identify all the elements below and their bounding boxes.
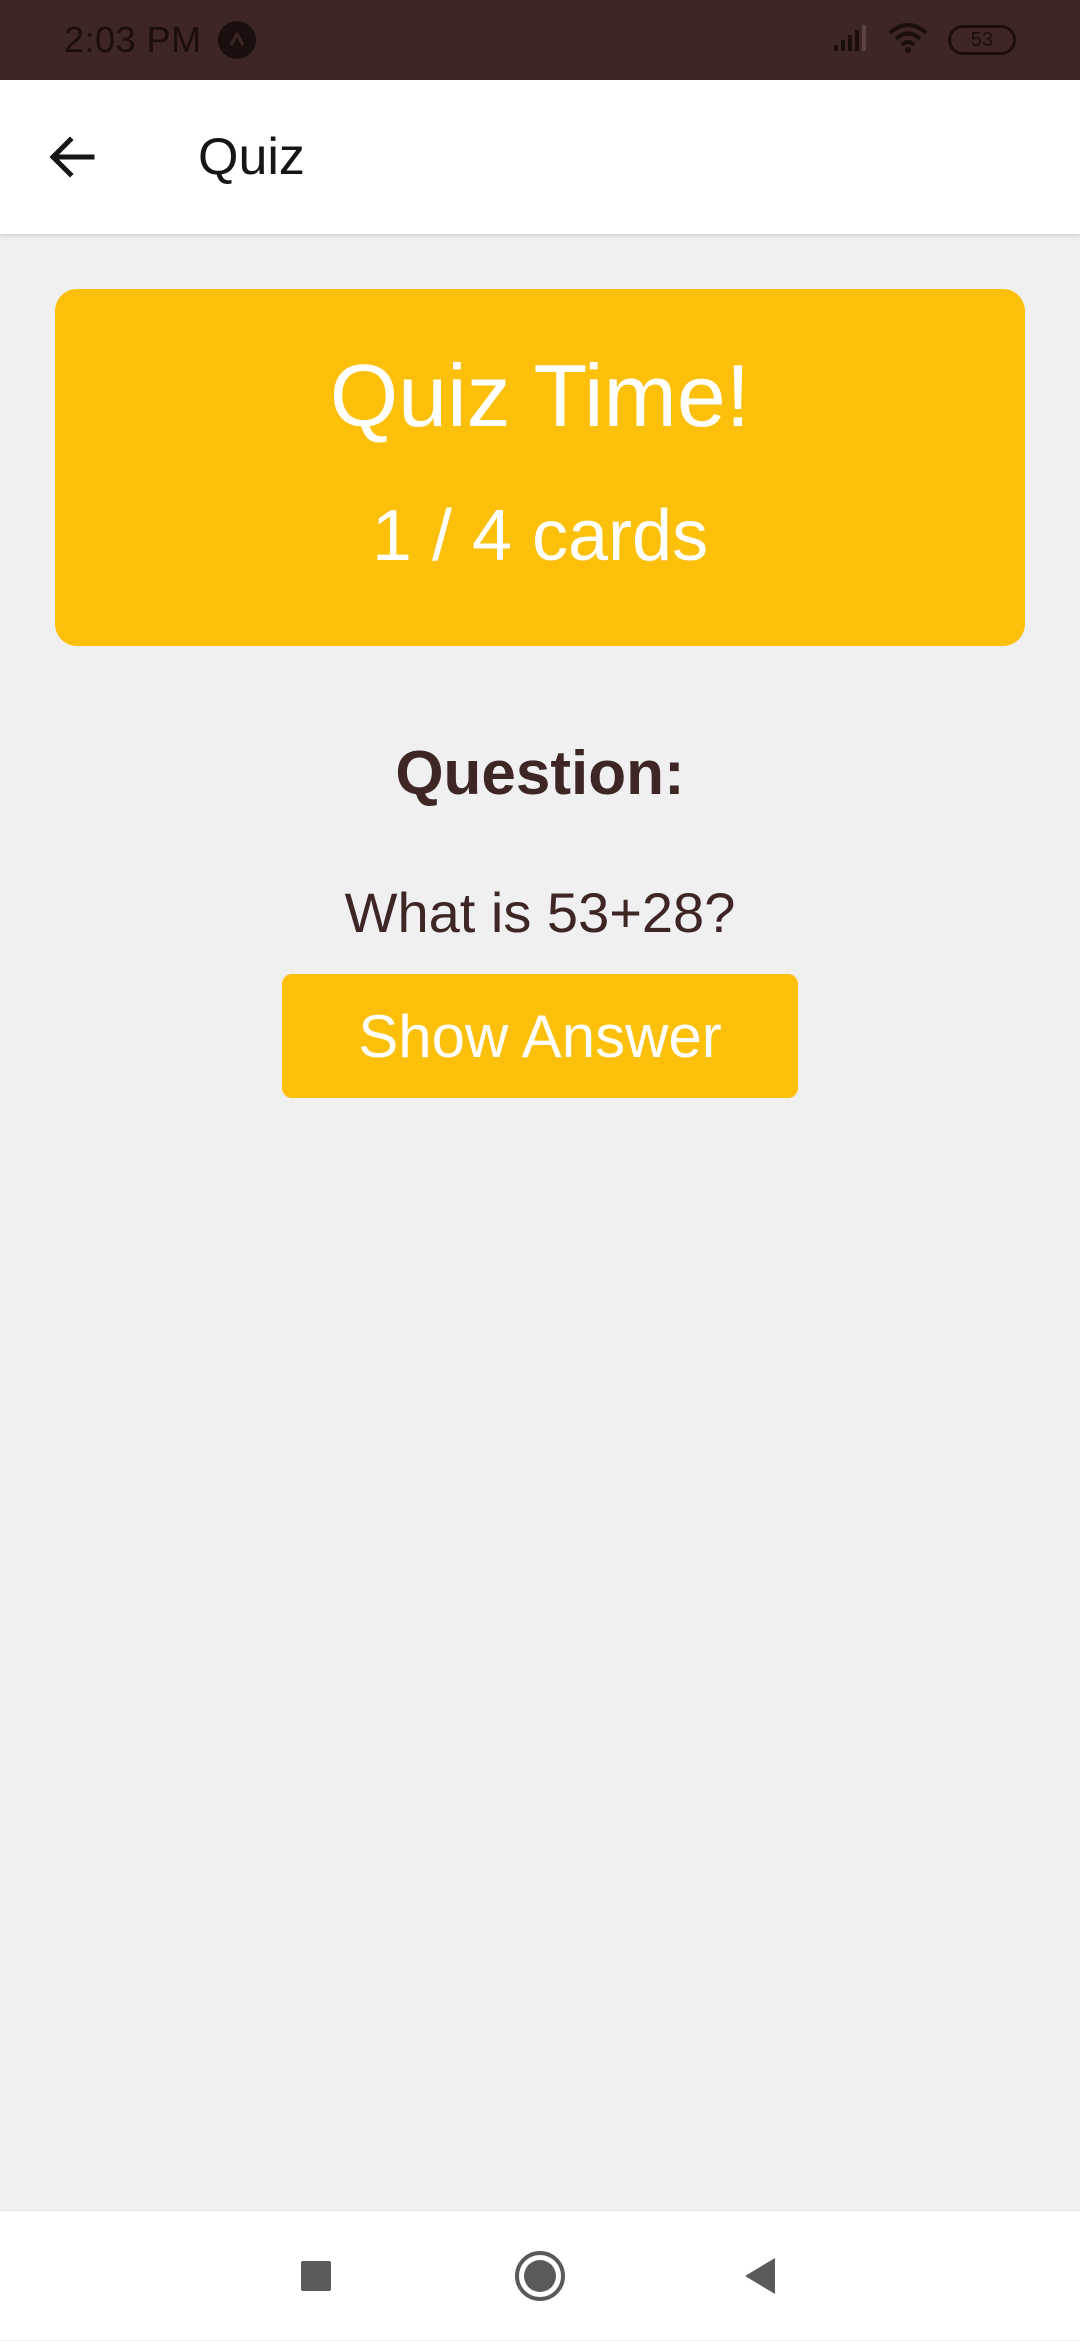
status-bar: 2:03 PM 53 (0, 0, 1080, 80)
signal-icon (832, 23, 868, 58)
recents-button[interactable] (256, 2211, 376, 2341)
page-title: Quiz (198, 128, 305, 186)
app-bar: Quiz (0, 80, 1080, 234)
home-circle-icon (515, 2251, 565, 2301)
question-text: What is 53+28? (344, 881, 736, 944)
app-notification-icon (217, 21, 256, 59)
recents-square-icon (301, 2261, 331, 2291)
wifi-icon (886, 21, 930, 60)
back-button[interactable] (22, 107, 122, 207)
status-time: 2:03 PM (64, 19, 202, 60)
arrow-left-icon (49, 136, 95, 178)
system-nav-bar (0, 2210, 1080, 2340)
battery-level: 53 (970, 28, 994, 51)
home-button[interactable] (480, 2211, 600, 2341)
status-icons: 53 (832, 21, 1016, 60)
question-label: Question: (395, 739, 685, 808)
quiz-header-card: Quiz Time! 1 / 4 cards (55, 289, 1025, 646)
show-answer-button[interactable]: Show Answer (282, 974, 798, 1098)
battery-icon: 53 (948, 25, 1016, 55)
back-triangle-icon (745, 2258, 775, 2294)
quiz-title: Quiz Time! (329, 346, 751, 445)
nav-back-button[interactable] (700, 2211, 820, 2341)
quiz-progress: 1 / 4 cards (371, 496, 709, 576)
